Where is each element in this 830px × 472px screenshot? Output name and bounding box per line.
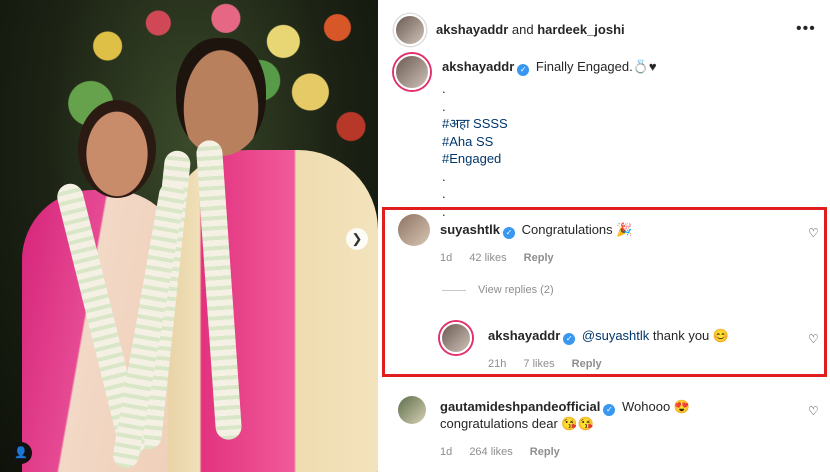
caption-avatar[interactable]: [394, 54, 430, 90]
reply-button[interactable]: Reply: [530, 446, 560, 458]
caption-username[interactable]: akshayaddr: [442, 59, 514, 74]
header-user1[interactable]: akshayaddr: [436, 22, 508, 37]
caption-line: .: [442, 81, 446, 96]
header-avatar[interactable]: [394, 14, 426, 46]
hashtag-link[interactable]: #अहा SSSS: [442, 115, 508, 133]
comment-time[interactable]: 1d: [440, 446, 452, 458]
header-joiner: and: [511, 22, 534, 37]
caption-line: .: [442, 186, 446, 201]
caption-body: . . #अहा SSSS #Aha SS #Engaged . . .: [442, 80, 508, 220]
caption-line: .: [442, 168, 446, 184]
post-header: akshayaddr and hardeek_joshi: [436, 22, 625, 37]
carousel-next-icon[interactable]: ❯: [346, 228, 368, 250]
comment-meta: 1d 264 likes Reply: [440, 446, 574, 458]
caption-header: akshayaddr ✓ Finally Engaged.💍♥: [442, 59, 657, 76]
woman-head: [78, 100, 156, 198]
caption-text: Finally Engaged.💍♥: [535, 59, 657, 74]
comment-username[interactable]: gautamideshpandeofficial: [440, 399, 600, 414]
more-options-icon[interactable]: •••: [796, 20, 816, 38]
like-heart-icon[interactable]: ♡: [808, 404, 819, 418]
hashtag-link[interactable]: #Aha SS: [442, 133, 508, 151]
post-photo[interactable]: ❯ 👤: [0, 0, 378, 472]
verified-badge-icon: ✓: [517, 64, 530, 76]
user-tag-icon[interactable]: 👤: [10, 442, 32, 464]
hashtag-link[interactable]: #Engaged: [442, 150, 508, 168]
comment-likes[interactable]: 264 likes: [469, 446, 512, 458]
comment-avatar[interactable]: [398, 396, 426, 424]
man-head: [176, 38, 266, 156]
caption-line: .: [442, 98, 446, 114]
highlight-box: [382, 207, 827, 377]
verified-badge-icon: ✓: [603, 404, 616, 416]
comment: gautamideshpandeofficial ✓ Wohooo 😍 congr…: [440, 399, 780, 432]
header-user2[interactable]: hardeek_joshi: [537, 22, 624, 37]
